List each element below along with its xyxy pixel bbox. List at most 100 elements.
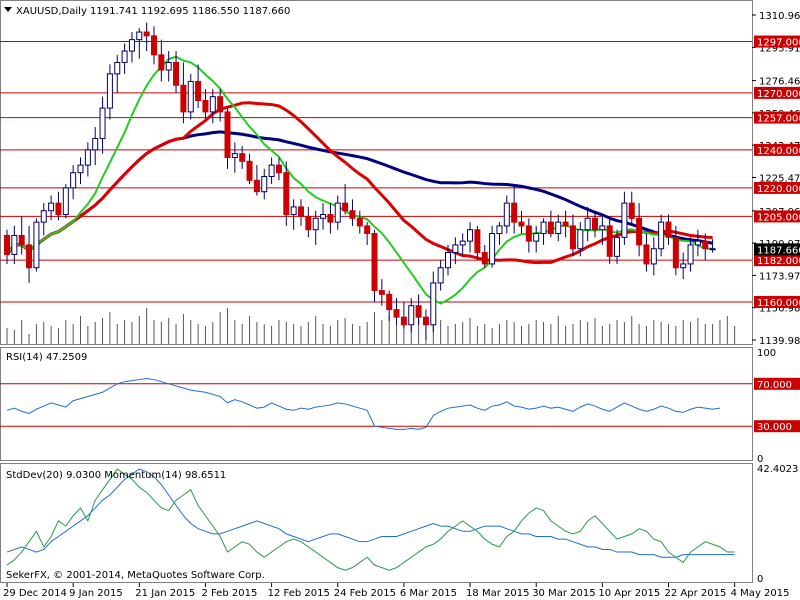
candle-body [408,305,415,326]
candle-body [55,202,62,216]
candle-body [99,107,106,139]
candle-body [231,153,238,158]
candle-body [121,50,128,63]
stddev-tick-label: 0 [757,574,763,585]
candle-body [584,217,591,231]
candle-body [445,252,451,269]
candle-body [562,221,569,227]
candle [62,184,69,219]
candle-body [709,248,716,251]
candle-body [680,263,687,269]
candle-body [459,240,466,246]
candle-body [224,111,231,158]
time-tick-label: 21 Jan 2015 [135,588,195,599]
candle-body [33,221,40,269]
level-label: 1205.000 [757,212,800,223]
candle-body [356,217,363,227]
candle-body [489,233,496,265]
candle-body [415,305,422,318]
time-tick-label: 10 Apr 2015 [598,588,660,599]
candle-body [496,225,503,235]
candle-body [503,202,510,227]
price-tick-label: 1310.965 [759,11,800,22]
candle-body [672,236,679,269]
candle-body [342,202,349,212]
time-tick-label: 12 Feb 2015 [268,588,330,599]
candle-body [165,61,172,71]
rsi-panel-frame [0,347,753,461]
candle-body [114,61,121,75]
candle-body [18,234,25,246]
candle-body [511,202,518,223]
time-tick-label: 6 Mar 2015 [400,588,457,599]
candle-body [239,153,246,162]
candle-body [136,31,143,41]
candle-body [261,176,268,193]
level-label: 1160.000 [757,298,800,309]
candle-body [393,309,400,318]
candle-body [349,210,356,219]
level-label: 1270.000 [757,89,800,100]
candle-body [128,39,135,52]
candle-body [525,225,532,242]
rsi-tick-label: 30.000 [757,422,792,433]
candle-body [364,225,371,235]
candle-body [246,160,253,181]
candle-body [650,248,657,265]
candle-body [312,217,319,231]
candle-body [268,164,275,178]
candle-body [694,240,701,246]
candle-body [327,214,334,223]
candle-body [592,217,598,231]
candle-body [658,221,665,250]
candle-body [628,202,635,219]
candle-body [40,210,47,223]
candle-body [702,240,709,250]
candle-body [298,206,304,217]
candle-body [540,221,547,235]
candle-body [665,221,672,238]
time-tick-label: 22 Apr 2015 [665,588,727,599]
candle-body [687,244,694,265]
rsi-header: RSI(14) 47.2509 [6,352,87,363]
candle-body [467,229,474,242]
time-tick-label: 30 Mar 2015 [532,588,595,599]
candle-body [180,84,187,113]
current-price-label: 1187.660 [757,245,800,256]
rsi-tick-label: 70.000 [757,380,792,391]
candle-body [569,225,576,250]
candle-body [26,244,33,269]
time-tick-label: 29 Dec 2014 [3,588,67,599]
price-tick-label: 1139.985 [759,336,800,347]
stddev-tick-label: 42.4023 [757,464,798,475]
candle-body [4,234,10,255]
level-label: 1257.000 [757,114,800,125]
candle-body [305,215,312,231]
price-tick-label: 1276.460 [759,77,800,88]
candle-body [158,54,165,71]
candle-body [283,172,290,216]
candle-body [555,221,562,235]
candle-body [636,217,643,246]
level-label: 1220.000 [757,184,800,195]
candle-body [533,233,540,242]
time-tick-label: 2 Feb 2015 [201,588,257,599]
level-label: 1182.000 [757,256,800,267]
time-tick-label: 24 Feb 2015 [334,588,396,599]
time-tick-label: 9 Jan 2015 [69,588,123,599]
stddev-header: StdDev(20) 9.0300 Momentum(14) 98.6511 [6,470,226,481]
chart-canvas: 1310.9651293.9151276.4601259.4651242.470… [0,0,800,599]
price-axis: 1310.9651293.9151276.4601259.4651242.470… [752,11,800,347]
candle-body [481,252,488,265]
candle-body [621,202,628,238]
candle-body [334,202,341,223]
time-axis: 29 Dec 2014 9 Jan 2015 21 Jan 2015 2 Feb 20… [3,583,789,599]
candle-body [643,244,650,265]
candle-body [452,244,459,254]
level-label: 1240.000 [757,146,800,157]
stddev-panel-frame [0,463,753,583]
candle-body [371,233,378,292]
candle-body [151,35,157,56]
candle-body [547,221,554,235]
candle-body [599,225,606,231]
